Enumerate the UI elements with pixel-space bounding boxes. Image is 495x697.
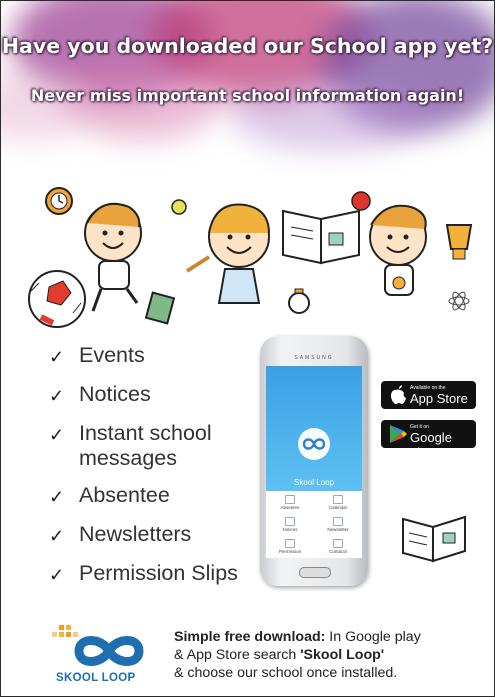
feature-item: ✓ Permission Slips [49, 561, 269, 588]
menu-calendar[interactable]: Calendar [314, 493, 362, 515]
feature-list: ✓ Events ✓ Notices ✓ Instant school mess… [49, 343, 269, 600]
flyer: Have you downloaded our School app yet? … [0, 0, 495, 697]
permission-icon [285, 539, 295, 548]
skool-loop-logo-icon [52, 625, 144, 666]
tennis-ball-icon [171, 199, 187, 215]
menu-absentee[interactable]: Absentee [266, 493, 314, 515]
checkmark-icon: ✓ [49, 526, 65, 546]
checkmark-icon: ✓ [49, 425, 65, 445]
green-book-icon [144, 291, 176, 325]
open-book-small-icon [402, 515, 466, 563]
trophy-icon [445, 224, 473, 260]
phone-mockup: SAMSUNG Skool Loop Absentee Calendar Not… [260, 336, 368, 586]
menu-permission[interactable]: Permission [266, 537, 314, 558]
subheadline: Never miss important school information … [30, 86, 465, 105]
menu-notices[interactable]: Notices [266, 515, 314, 537]
kid-boy-right-icon [369, 204, 427, 296]
kids-illustration [28, 187, 473, 328]
checkmark-icon: ✓ [49, 487, 65, 507]
notices-icon [285, 517, 295, 526]
checkmark-icon: ✓ [49, 565, 65, 585]
stopwatch-icon [288, 288, 310, 314]
feature-item: ✓ Notices [49, 382, 269, 409]
phone-brand: SAMSUNG [294, 355, 334, 361]
alarm-clock-icon [45, 187, 73, 215]
feature-item: ✓ Absentee [49, 483, 269, 510]
kid-boy-left-icon [84, 202, 142, 312]
home-button[interactable] [299, 567, 331, 578]
menu-contacts[interactable]: Contacts [314, 537, 362, 558]
headline: Have you downloaded our School app yet? [1, 34, 494, 58]
download-instructions: Simple free download: In Google play & A… [174, 629, 421, 681]
phone-screen: Skool Loop Absentee Calendar Notices New… [266, 366, 362, 558]
app-store-button[interactable]: Available on the App Store [381, 381, 476, 409]
soccer-ball-icon [28, 270, 86, 328]
google-play-logo-icon [390, 425, 407, 443]
atom-icon [448, 291, 470, 311]
app-title: Skool Loop [293, 478, 335, 487]
skool-loop-wordmark: SKOOL LOOP [56, 672, 136, 684]
apple-icon [351, 191, 371, 211]
open-book-icon [282, 209, 360, 265]
apple-logo-icon [391, 385, 406, 404]
feature-item: ✓ Events [49, 343, 269, 370]
checkmark-icon: ✓ [49, 347, 65, 367]
contacts-icon [333, 539, 343, 548]
menu-newsletter[interactable]: Newsletter [314, 515, 362, 537]
newsletter-icon [333, 517, 343, 526]
feature-item: ✓ Newsletters [49, 522, 269, 549]
kid-girl-icon [185, 203, 270, 304]
google-play-button[interactable]: Get it on Google play [381, 420, 476, 460]
checkmark-icon: ✓ [49, 386, 65, 406]
calendar-icon [333, 495, 343, 504]
app-header: Skool Loop [266, 366, 362, 491]
infinity-logo-icon [298, 428, 330, 460]
feature-item: ✓ Instant school messages [49, 421, 212, 470]
envelope-icon [285, 495, 295, 504]
